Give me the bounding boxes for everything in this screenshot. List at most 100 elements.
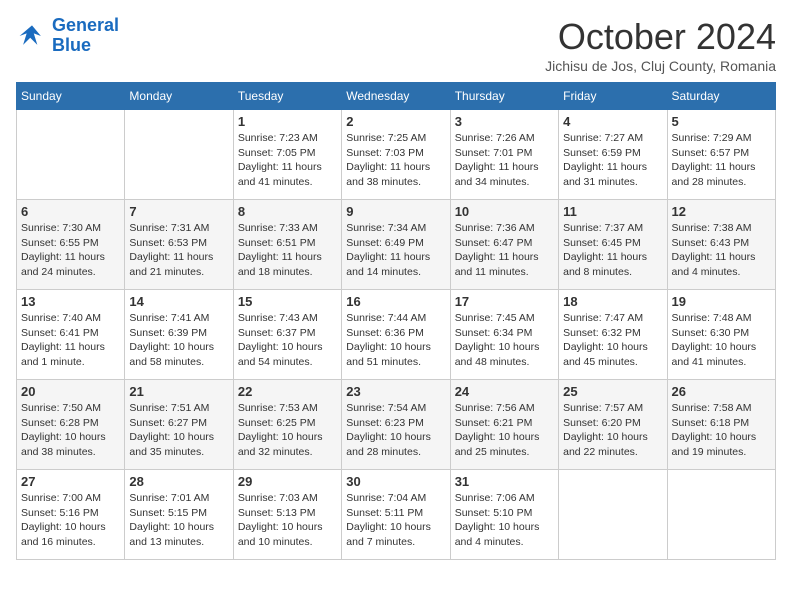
- day-header-friday: Friday: [559, 83, 667, 110]
- day-info: Sunrise: 7:30 AMSunset: 6:55 PMDaylight:…: [21, 221, 120, 280]
- calendar-cell: 31 Sunrise: 7:06 AMSunset: 5:10 PMDayligh…: [450, 470, 558, 560]
- day-number: 23: [346, 384, 445, 399]
- day-number: 21: [129, 384, 228, 399]
- day-number: 7: [129, 204, 228, 219]
- day-header-wednesday: Wednesday: [342, 83, 450, 110]
- calendar-cell: 1 Sunrise: 7:23 AMSunset: 7:05 PMDaylight…: [233, 110, 341, 200]
- location-subtitle: Jichisu de Jos, Cluj County, Romania: [545, 58, 776, 74]
- day-info: Sunrise: 7:51 AMSunset: 6:27 PMDaylight:…: [129, 401, 228, 460]
- day-number: 1: [238, 114, 337, 129]
- day-info: Sunrise: 7:54 AMSunset: 6:23 PMDaylight:…: [346, 401, 445, 460]
- calendar-cell: 23 Sunrise: 7:54 AMSunset: 6:23 PMDayligh…: [342, 380, 450, 470]
- calendar-table: SundayMondayTuesdayWednesdayThursdayFrid…: [16, 82, 776, 560]
- day-header-sunday: Sunday: [17, 83, 125, 110]
- day-info: Sunrise: 7:29 AMSunset: 6:57 PMDaylight:…: [672, 131, 771, 190]
- calendar-cell: 29 Sunrise: 7:03 AMSunset: 5:13 PMDayligh…: [233, 470, 341, 560]
- calendar-cell: 27 Sunrise: 7:00 AMSunset: 5:16 PMDayligh…: [17, 470, 125, 560]
- day-info: Sunrise: 7:33 AMSunset: 6:51 PMDaylight:…: [238, 221, 337, 280]
- day-number: 12: [672, 204, 771, 219]
- calendar-cell: 10 Sunrise: 7:36 AMSunset: 6:47 PMDayligh…: [450, 200, 558, 290]
- calendar-cell: 24 Sunrise: 7:56 AMSunset: 6:21 PMDayligh…: [450, 380, 558, 470]
- day-info: Sunrise: 7:50 AMSunset: 6:28 PMDaylight:…: [21, 401, 120, 460]
- day-info: Sunrise: 7:04 AMSunset: 5:11 PMDaylight:…: [346, 491, 445, 550]
- day-info: Sunrise: 7:01 AMSunset: 5:15 PMDaylight:…: [129, 491, 228, 550]
- day-number: 31: [455, 474, 554, 489]
- day-info: Sunrise: 7:41 AMSunset: 6:39 PMDaylight:…: [129, 311, 228, 370]
- day-info: Sunrise: 7:43 AMSunset: 6:37 PMDaylight:…: [238, 311, 337, 370]
- day-number: 5: [672, 114, 771, 129]
- day-info: Sunrise: 7:56 AMSunset: 6:21 PMDaylight:…: [455, 401, 554, 460]
- calendar-cell: [17, 110, 125, 200]
- calendar-cell: 14 Sunrise: 7:41 AMSunset: 6:39 PMDayligh…: [125, 290, 233, 380]
- day-number: 9: [346, 204, 445, 219]
- calendar-cell: 28 Sunrise: 7:01 AMSunset: 5:15 PMDayligh…: [125, 470, 233, 560]
- calendar-cell: 30 Sunrise: 7:04 AMSunset: 5:11 PMDayligh…: [342, 470, 450, 560]
- day-info: Sunrise: 7:40 AMSunset: 6:41 PMDaylight:…: [21, 311, 120, 370]
- day-info: Sunrise: 7:44 AMSunset: 6:36 PMDaylight:…: [346, 311, 445, 370]
- day-info: Sunrise: 7:58 AMSunset: 6:18 PMDaylight:…: [672, 401, 771, 460]
- calendar-cell: 6 Sunrise: 7:30 AMSunset: 6:55 PMDaylight…: [17, 200, 125, 290]
- day-number: 17: [455, 294, 554, 309]
- day-info: Sunrise: 7:00 AMSunset: 5:16 PMDaylight:…: [21, 491, 120, 550]
- day-number: 27: [21, 474, 120, 489]
- calendar-cell: 16 Sunrise: 7:44 AMSunset: 6:36 PMDayligh…: [342, 290, 450, 380]
- day-info: Sunrise: 7:06 AMSunset: 5:10 PMDaylight:…: [455, 491, 554, 550]
- day-number: 22: [238, 384, 337, 399]
- calendar-cell: 17 Sunrise: 7:45 AMSunset: 6:34 PMDayligh…: [450, 290, 558, 380]
- calendar-cell: [125, 110, 233, 200]
- day-number: 10: [455, 204, 554, 219]
- day-info: Sunrise: 7:38 AMSunset: 6:43 PMDaylight:…: [672, 221, 771, 280]
- calendar-cell: 25Sunrise: 7:57 AMSunset: 6:20 PMDayligh…: [559, 380, 667, 470]
- calendar-cell: 21 Sunrise: 7:51 AMSunset: 6:27 PMDayligh…: [125, 380, 233, 470]
- day-info: Sunrise: 7:37 AMSunset: 6:45 PMDaylight:…: [563, 221, 662, 280]
- day-number: 11: [563, 204, 662, 219]
- day-info: Sunrise: 7:45 AMSunset: 6:34 PMDaylight:…: [455, 311, 554, 370]
- calendar-week-row: 1 Sunrise: 7:23 AMSunset: 7:05 PMDaylight…: [17, 110, 776, 200]
- day-number: 15: [238, 294, 337, 309]
- day-header-tuesday: Tuesday: [233, 83, 341, 110]
- page-header: General Blue October 2024 Jichisu de Jos…: [16, 16, 776, 74]
- calendar-cell: 5 Sunrise: 7:29 AMSunset: 6:57 PMDaylight…: [667, 110, 775, 200]
- logo-icon: [16, 20, 48, 52]
- calendar-cell: 9Sunrise: 7:34 AMSunset: 6:49 PMDaylight…: [342, 200, 450, 290]
- logo-line1: General: [52, 15, 119, 35]
- day-info: Sunrise: 7:31 AMSunset: 6:53 PMDaylight:…: [129, 221, 228, 280]
- day-info: Sunrise: 7:47 AMSunset: 6:32 PMDaylight:…: [563, 311, 662, 370]
- calendar-cell: 22 Sunrise: 7:53 AMSunset: 6:25 PMDayligh…: [233, 380, 341, 470]
- calendar-cell: 11 Sunrise: 7:37 AMSunset: 6:45 PMDayligh…: [559, 200, 667, 290]
- day-info: Sunrise: 7:23 AMSunset: 7:05 PMDaylight:…: [238, 131, 337, 190]
- day-number: 4: [563, 114, 662, 129]
- calendar-cell: [559, 470, 667, 560]
- day-info: Sunrise: 7:03 AMSunset: 5:13 PMDaylight:…: [238, 491, 337, 550]
- day-number: 30: [346, 474, 445, 489]
- day-info: Sunrise: 7:57 AMSunset: 6:20 PMDaylight:…: [563, 401, 662, 460]
- day-number: 29: [238, 474, 337, 489]
- day-number: 3: [455, 114, 554, 129]
- day-info: Sunrise: 7:36 AMSunset: 6:47 PMDaylight:…: [455, 221, 554, 280]
- day-header-monday: Monday: [125, 83, 233, 110]
- day-info: Sunrise: 7:27 AMSunset: 6:59 PMDaylight:…: [563, 131, 662, 190]
- calendar-week-row: 27 Sunrise: 7:00 AMSunset: 5:16 PMDayligh…: [17, 470, 776, 560]
- calendar-cell: 4 Sunrise: 7:27 AMSunset: 6:59 PMDaylight…: [559, 110, 667, 200]
- day-number: 16: [346, 294, 445, 309]
- day-number: 26: [672, 384, 771, 399]
- day-number: 19: [672, 294, 771, 309]
- calendar-cell: 20 Sunrise: 7:50 AMSunset: 6:28 PMDayligh…: [17, 380, 125, 470]
- calendar-week-row: 20 Sunrise: 7:50 AMSunset: 6:28 PMDayligh…: [17, 380, 776, 470]
- title-block: October 2024 Jichisu de Jos, Cluj County…: [545, 16, 776, 74]
- day-info: Sunrise: 7:53 AMSunset: 6:25 PMDaylight:…: [238, 401, 337, 460]
- day-number: 6: [21, 204, 120, 219]
- calendar-cell: 15 Sunrise: 7:43 AMSunset: 6:37 PMDayligh…: [233, 290, 341, 380]
- calendar-header-row: SundayMondayTuesdayWednesdayThursdayFrid…: [17, 83, 776, 110]
- day-number: 18: [563, 294, 662, 309]
- calendar-cell: [667, 470, 775, 560]
- day-number: 24: [455, 384, 554, 399]
- calendar-cell: 3 Sunrise: 7:26 AMSunset: 7:01 PMDaylight…: [450, 110, 558, 200]
- day-number: 20: [21, 384, 120, 399]
- day-number: 28: [129, 474, 228, 489]
- month-title: October 2024: [545, 16, 776, 58]
- logo-text: General Blue: [52, 16, 119, 56]
- day-info: Sunrise: 7:26 AMSunset: 7:01 PMDaylight:…: [455, 131, 554, 190]
- day-number: 14: [129, 294, 228, 309]
- calendar-cell: 13Sunrise: 7:40 AMSunset: 6:41 PMDayligh…: [17, 290, 125, 380]
